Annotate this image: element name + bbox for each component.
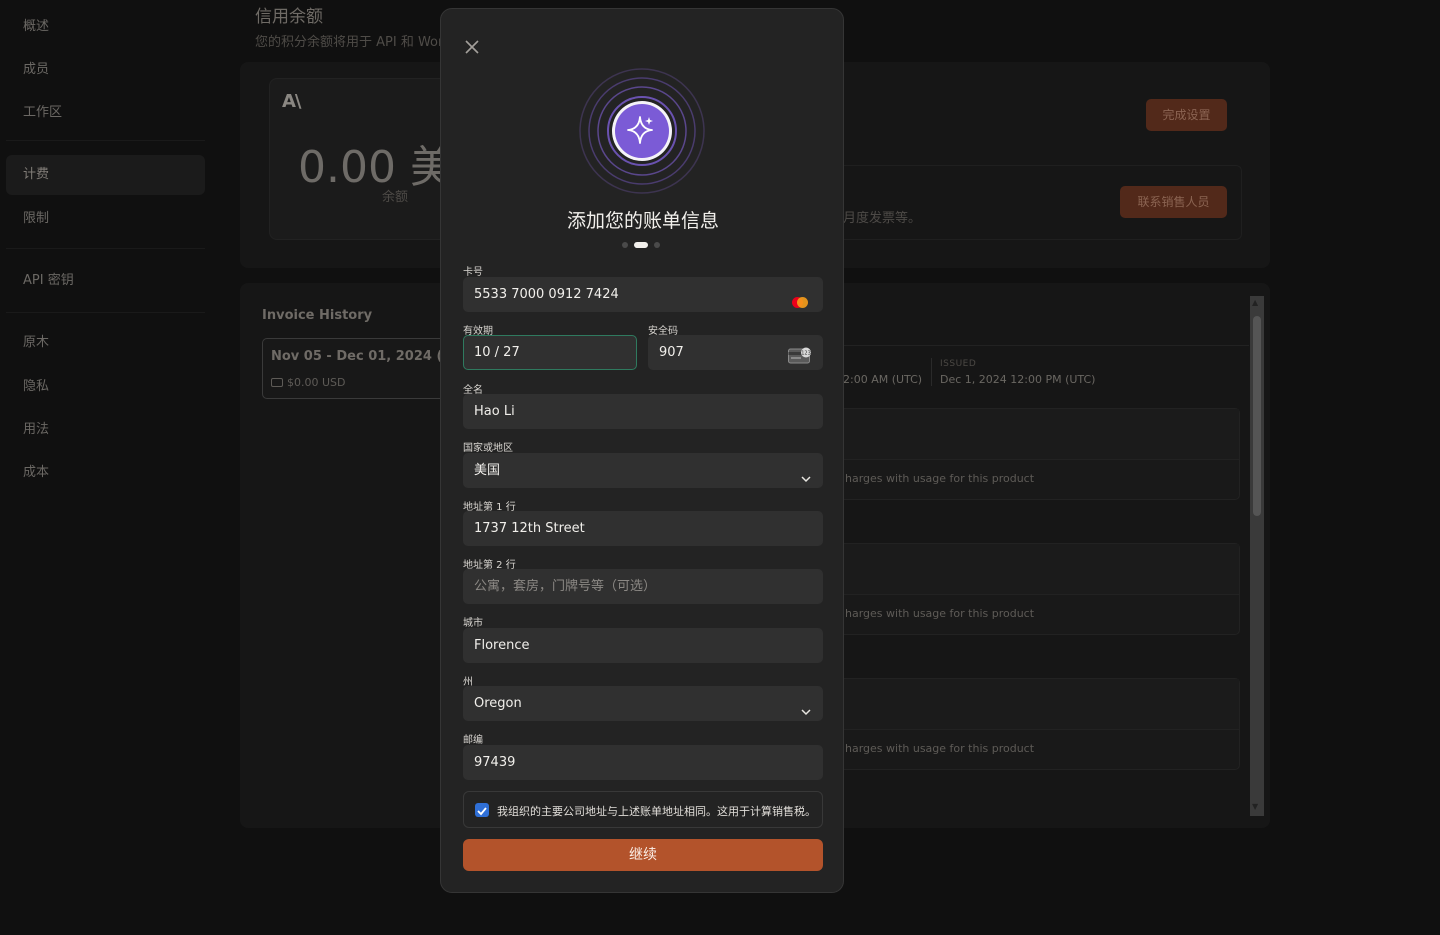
address2-placeholder: 公寓，套房，门牌号等（可选） xyxy=(474,579,657,594)
zip-field[interactable]: 97439 xyxy=(463,745,823,780)
check-icon xyxy=(477,807,487,816)
full-name-field[interactable]: Hao Li xyxy=(463,394,823,429)
card-number-value: 5533 7000 0912 7424 xyxy=(474,287,619,302)
card-number-label: 卡号 xyxy=(463,267,483,278)
address1-value: 1737 12th Street xyxy=(474,521,585,536)
billing-info-modal: 添加您的账单信息 卡号 5533 7000 0912 7424 有效期 10 /… xyxy=(440,8,844,893)
full-name-value: Hao Li xyxy=(474,404,515,419)
step-indicator xyxy=(622,242,660,248)
expiry-field[interactable]: 10 / 27 xyxy=(463,335,637,370)
state-value: Oregon xyxy=(474,696,522,711)
modal-title: 添加您的账单信息 xyxy=(566,210,719,232)
city-value: Florence xyxy=(474,638,530,653)
step-dot xyxy=(654,242,660,248)
same-address-checkbox[interactable] xyxy=(475,803,489,817)
cvc-card-icon: 123 xyxy=(788,344,812,364)
zip-value: 97439 xyxy=(474,755,516,770)
same-address-text: 我组织的主要公司地址与上述账单地址相同。这用于计算销售税。 xyxy=(497,805,816,818)
mastercard-icon xyxy=(790,289,810,308)
billing-address-same-option[interactable]: 我组织的主要公司地址与上述账单地址相同。这用于计算销售税。 xyxy=(463,791,823,828)
city-field[interactable]: Florence xyxy=(463,628,823,663)
zip-label: 邮编 xyxy=(463,735,483,746)
svg-text:123: 123 xyxy=(801,351,811,357)
chevron-down-icon xyxy=(800,465,812,483)
step-dot-active xyxy=(634,242,648,248)
continue-button[interactable]: 继续 xyxy=(463,839,823,871)
address2-field[interactable]: 公寓，套房，门牌号等（可选） xyxy=(463,569,823,604)
expiry-value: 10 / 27 xyxy=(474,345,520,360)
step-dot xyxy=(622,242,628,248)
card-number-field[interactable]: 5533 7000 0912 7424 xyxy=(463,277,823,312)
state-select[interactable]: Oregon xyxy=(463,686,823,721)
address1-field[interactable]: 1737 12th Street xyxy=(463,511,823,546)
country-select[interactable]: 美国 xyxy=(463,453,823,488)
city-label: 城市 xyxy=(463,618,483,629)
close-icon[interactable] xyxy=(463,38,481,56)
chevron-down-icon xyxy=(800,698,812,716)
country-value: 美国 xyxy=(474,463,501,478)
sparkle-hero-icon xyxy=(578,67,706,195)
cvc-field[interactable]: 907 123 xyxy=(648,335,823,370)
cvc-value: 907 xyxy=(659,345,684,360)
console-app: 概述 成员 工作区 计费 限制 API 密钥 原木 隐私 用法 成本 信用余额 … xyxy=(0,0,1440,935)
country-label: 国家或地区 xyxy=(463,443,513,454)
